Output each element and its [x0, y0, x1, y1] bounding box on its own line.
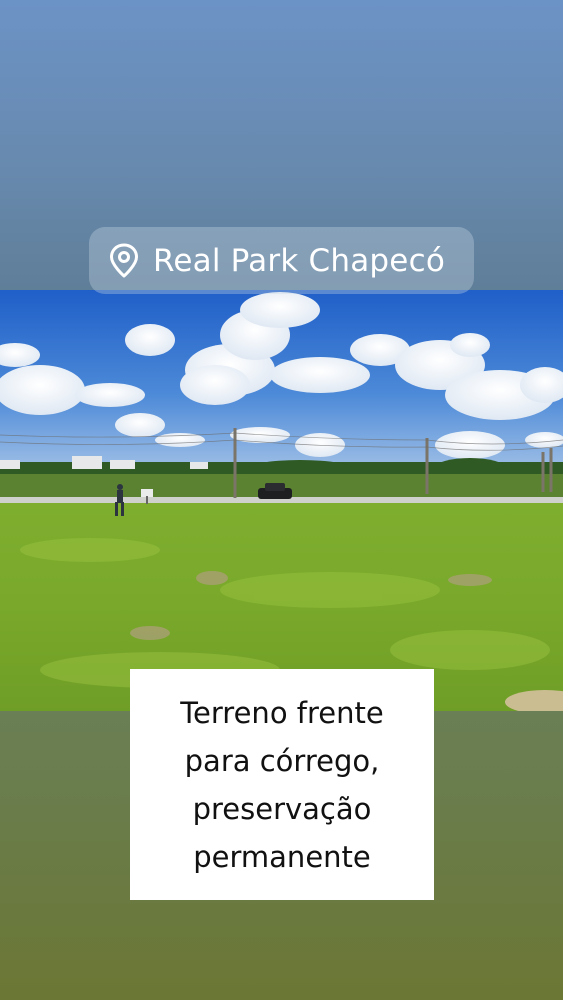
- caption-box: Terreno frente para córrego, preservação…: [130, 669, 434, 900]
- caption-line-4: permanente: [193, 839, 371, 874]
- caption-line-1: Terreno frente: [180, 695, 384, 730]
- location-label: Real Park Chapecó: [153, 242, 445, 279]
- location-sticker[interactable]: Real Park Chapecó: [89, 227, 474, 294]
- map-pin-icon: [109, 243, 139, 279]
- caption-line-2: para córrego,: [184, 743, 380, 778]
- land-photo: [0, 290, 563, 711]
- caption-line-3: preservação: [192, 791, 372, 826]
